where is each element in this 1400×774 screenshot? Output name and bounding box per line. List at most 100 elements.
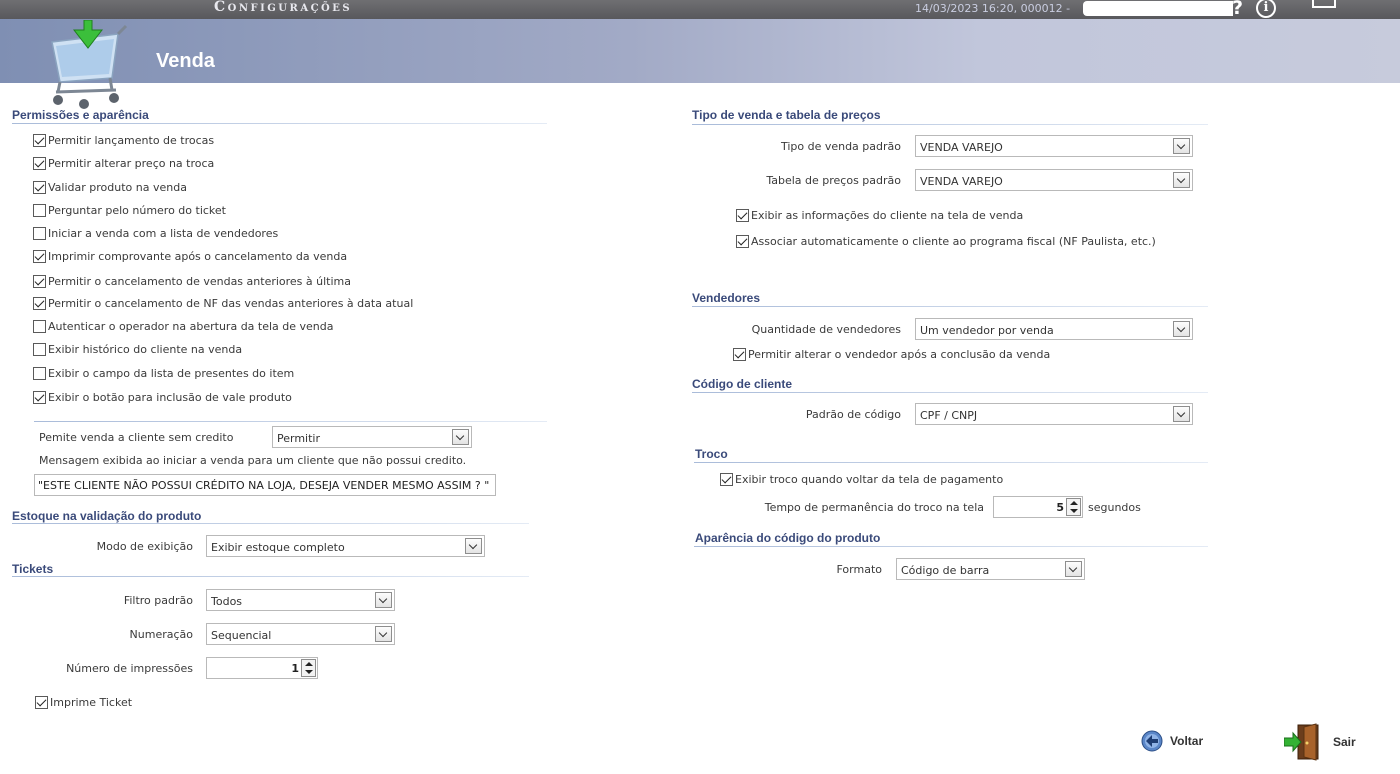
tipo-label: Tipo de venda padrão: [780, 140, 901, 153]
back-arrow-icon: [1141, 730, 1163, 752]
tempo-troco-value: 5: [1056, 501, 1064, 514]
stepper-arrows-icon[interactable]: [301, 659, 316, 677]
voltar-label: Voltar: [1170, 734, 1204, 748]
tabela-select-value: VENDA VAREJO: [920, 175, 1003, 188]
checkbox-box[interactable]: [736, 209, 749, 222]
checkbox-box[interactable]: [33, 227, 46, 240]
chevron-down-icon[interactable]: [1065, 561, 1082, 577]
permissao-checkbox[interactable]: Validar produto na venda: [33, 181, 187, 194]
checkbox-label: Permitir lançamento de trocas: [48, 134, 215, 147]
checkbox-label: Iniciar a venda com a lista de vendedore…: [48, 227, 279, 240]
tabela-select[interactable]: VENDA VAREJO: [915, 169, 1193, 191]
chevron-down-icon[interactable]: [375, 626, 392, 642]
chevron-down-icon[interactable]: [1173, 138, 1190, 154]
checkbox-box[interactable]: [736, 235, 749, 248]
permissao-checkbox[interactable]: Iniciar a venda com a lista de vendedore…: [33, 227, 278, 240]
checkbox-label: Imprime Ticket: [50, 696, 133, 709]
credito-label: Pemite venda a cliente sem credito: [39, 431, 234, 444]
checkbox-box[interactable]: [33, 250, 46, 263]
checkbox-box[interactable]: [33, 275, 46, 288]
checkbox-box[interactable]: [33, 367, 46, 380]
tipo-select-value: VENDA VAREJO: [920, 141, 1003, 154]
permissao-checkbox[interactable]: Exibir o botão para inclusão de vale pro…: [33, 391, 292, 404]
divider: [694, 546, 1208, 547]
checkbox-box[interactable]: [733, 348, 746, 361]
filtro-select-value: Todos: [211, 595, 243, 608]
exibir-cliente-checkbox[interactable]: Exibir as informações do cliente na tela…: [736, 209, 1023, 222]
checkbox-box[interactable]: [33, 204, 46, 217]
permissao-checkbox[interactable]: Autenticar o operador na abertura da tel…: [33, 320, 334, 333]
filtro-select[interactable]: Todos: [206, 589, 395, 611]
tempo-troco-stepper[interactable]: 5: [993, 496, 1083, 518]
permissao-checkbox[interactable]: Permitir o cancelamento de vendas anteri…: [33, 275, 351, 288]
qtd-vendedores-value: Um vendedor por venda: [920, 324, 1054, 337]
checkbox-label: Exibir histórico do cliente na venda: [48, 343, 243, 356]
filtro-label: Filtro padrão: [123, 594, 193, 607]
checkbox-label: Exibir o campo da lista de presentes do …: [48, 367, 295, 380]
voltar-button[interactable]: Voltar: [1141, 730, 1203, 752]
chevron-down-icon[interactable]: [1173, 406, 1190, 422]
help-icon[interactable]: ?: [1232, 0, 1243, 19]
shopping-cart-icon: [51, 20, 128, 109]
tipo-select[interactable]: VENDA VAREJO: [915, 135, 1193, 157]
permissao-checkbox[interactable]: Perguntar pelo número do ticket: [33, 204, 226, 217]
sair-label: Sair: [1333, 735, 1356, 749]
associar-cliente-checkbox[interactable]: Associar automaticamente o cliente ao pr…: [736, 235, 1156, 248]
checkbox-label: Autenticar o operador na abertura da tel…: [48, 320, 334, 333]
checkbox-label: Imprimir comprovante após o cancelamento…: [48, 250, 348, 263]
chevron-down-icon[interactable]: [452, 429, 469, 445]
checkbox-box[interactable]: [33, 391, 46, 404]
impressoes-label: Número de impressões: [66, 662, 193, 675]
checkbox-box[interactable]: [33, 320, 46, 333]
numeracao-select[interactable]: Sequencial: [206, 623, 395, 645]
checkbox-box[interactable]: [720, 473, 733, 486]
divider: [12, 123, 547, 124]
stepper-arrows-icon[interactable]: [1066, 498, 1081, 516]
page-header: Venda: [0, 19, 1400, 83]
chevron-down-icon[interactable]: [1173, 172, 1190, 188]
mensagem-input[interactable]: "ESTE CLIENTE NÃO POSSUI CRÉDITO NA LOJA…: [34, 474, 496, 496]
section-title-estoque: Estoque na validação do produto: [12, 509, 202, 523]
permissao-checkbox[interactable]: Imprimir comprovante após o cancelamento…: [33, 250, 347, 263]
checkbox-box[interactable]: [33, 134, 46, 147]
window-icon[interactable]: [1312, 0, 1336, 8]
checkbox-box[interactable]: [33, 297, 46, 310]
credito-select[interactable]: Permitir: [272, 426, 472, 448]
sair-button[interactable]: Sair: [1284, 722, 1356, 762]
permissao-checkbox[interactable]: Permitir o cancelamento de NF das vendas…: [33, 297, 413, 310]
padrao-codigo-label: Padrão de código: [805, 408, 901, 421]
checkbox-label: Permitir alterar preço na troca: [48, 157, 215, 170]
checkbox-box[interactable]: [33, 157, 46, 170]
divider: [692, 306, 1208, 307]
impressoes-stepper[interactable]: 1: [206, 657, 318, 679]
checkbox-box[interactable]: [35, 696, 48, 709]
top-bar: Configurações 14/03/2023 16:20, 000012 -…: [0, 0, 1400, 19]
chevron-down-icon[interactable]: [1173, 321, 1190, 337]
chevron-down-icon[interactable]: [465, 538, 482, 554]
section-title-tipo-venda: Tipo de venda e tabela de preços: [692, 108, 881, 122]
formato-label: Formato: [836, 563, 883, 576]
checkbox-label: Exibir troco quando voltar da tela de pa…: [735, 473, 1004, 486]
numeracao-label: Numeração: [129, 628, 193, 641]
qtd-vendedores-select[interactable]: Um vendedor por venda: [915, 318, 1193, 340]
permissao-checkbox[interactable]: Permitir alterar preço na troca: [33, 157, 214, 170]
alterar-vendedor-checkbox[interactable]: Permitir alterar o vendedor após a concl…: [733, 348, 1050, 361]
modo-label: Modo de exibição: [96, 540, 193, 553]
info-icon[interactable]: i: [1256, 0, 1276, 18]
permissao-checkbox[interactable]: Exibir histórico do cliente na venda: [33, 343, 242, 356]
formato-select[interactable]: Código de barra: [896, 558, 1085, 580]
exibir-troco-checkbox[interactable]: Exibir troco quando voltar da tela de pa…: [720, 473, 1003, 486]
checkbox-label: Permitir o cancelamento de NF das vendas…: [48, 297, 414, 310]
padrao-codigo-select[interactable]: CPF / CNPJ: [915, 403, 1193, 425]
checkbox-box[interactable]: [33, 181, 46, 194]
checkbox-box[interactable]: [33, 343, 46, 356]
numeracao-select-value: Sequencial: [211, 629, 272, 642]
checkbox-label: Associar automaticamente o cliente ao pr…: [751, 235, 1156, 248]
permissao-checkbox[interactable]: Exibir o campo da lista de presentes do …: [33, 367, 294, 380]
chevron-down-icon[interactable]: [375, 592, 392, 608]
modo-select[interactable]: Exibir estoque completo: [206, 535, 485, 557]
permissao-checkbox[interactable]: Permitir lançamento de trocas: [33, 134, 214, 147]
section-title-aparencia: Aparência do código do produto: [695, 531, 881, 545]
imprime-ticket-checkbox[interactable]: Imprime Ticket: [35, 696, 132, 709]
qtd-vendedores-label: Quantidade de vendedores: [751, 323, 901, 336]
